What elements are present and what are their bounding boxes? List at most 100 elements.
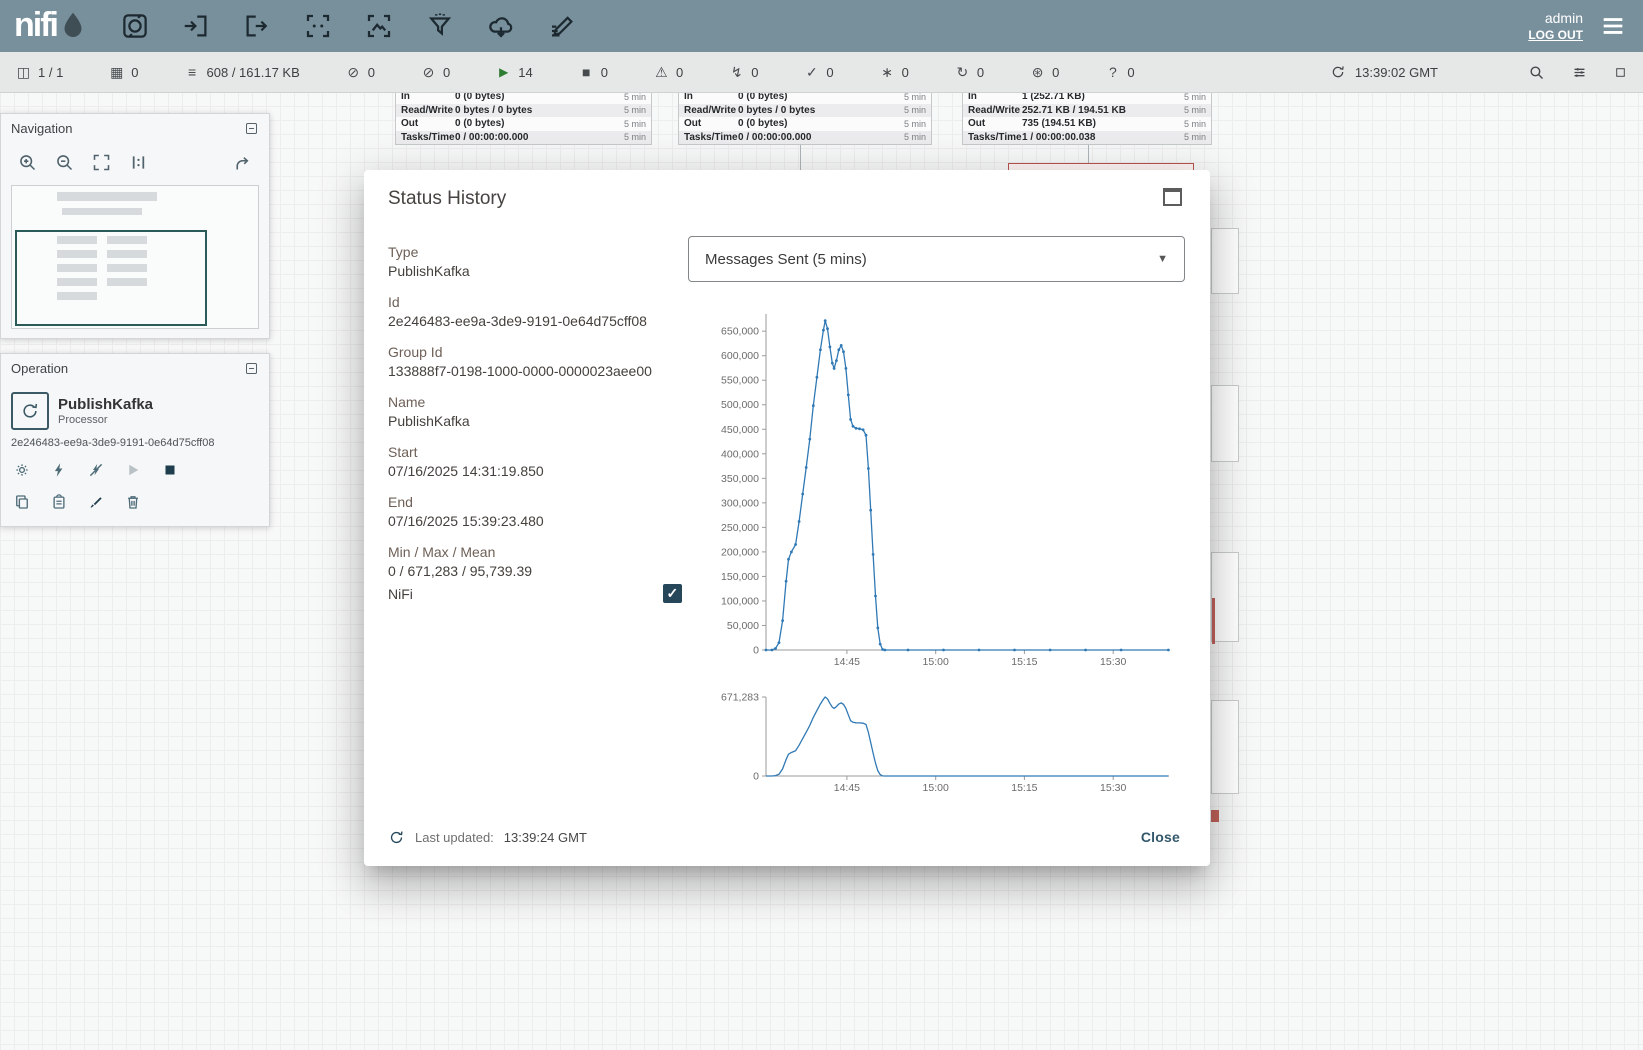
status-transmitting: ⊘0 — [346, 65, 375, 80]
logout-link[interactable]: LOG OUT — [1528, 28, 1583, 42]
status-history-details: TypePublishKafka Id2e246483-ee9a-3de9-91… — [388, 243, 682, 593]
tool-output-port[interactable] — [240, 9, 274, 43]
svg-text:500,000: 500,000 — [721, 399, 759, 411]
canvas-component-partial[interactable] — [1211, 385, 1239, 462]
svg-text:50,000: 50,000 — [727, 620, 759, 632]
zoom-fit-icon — [91, 152, 112, 173]
status-history-chart: 050,000100,000150,000200,000250,000300,0… — [688, 298, 1188, 676]
svg-text:550,000: 550,000 — [721, 375, 759, 387]
last-refreshed-time: 13:39:02 GMT — [1355, 65, 1438, 80]
zoom-actual-size-button[interactable] — [128, 152, 149, 173]
flow-settings-button[interactable] — [1571, 64, 1588, 81]
refresh-icon — [388, 829, 405, 846]
jump-to-parent-button[interactable] — [232, 152, 253, 173]
copy-button[interactable] — [13, 493, 31, 511]
not-transmitting-icon: ⊘ — [421, 65, 436, 79]
locally-modified-icon: ∗ — [880, 65, 895, 79]
collapse-operation-button[interactable] — [244, 361, 259, 376]
maximize-dialog-button[interactable] — [1163, 188, 1182, 206]
stale-icon: ↻ — [955, 65, 970, 79]
svg-text:14:45: 14:45 — [834, 656, 860, 668]
collapse-navigation-button[interactable] — [244, 121, 259, 136]
status-stopped: ■0 — [579, 65, 608, 80]
stat-row: Read/Write0 bytes / 0 bytes5 min — [679, 104, 931, 118]
brush-icon — [87, 493, 105, 511]
global-menu-button[interactable] — [1599, 12, 1627, 40]
change-color-button[interactable] — [87, 493, 105, 511]
field-group-id: Group Id133888f7-0198-1000-0000-0000023a… — [388, 343, 682, 381]
process-group-stats[interactable]: In0 (0 bytes)5 min Read/Write0 bytes / 0… — [395, 89, 652, 145]
svg-text:650,000: 650,000 — [721, 326, 759, 338]
dialog-footer: Last updated: 13:39:24 GMT Close — [388, 820, 1186, 854]
operation-panel: Operation PublishKafka Processor 2e24648… — [0, 353, 270, 527]
refresh-flow-button[interactable] — [1330, 64, 1346, 80]
minimap-viewport[interactable] — [15, 230, 207, 326]
process-group-stats[interactable]: In0 (0 bytes)5 min Read/Write0 bytes / 0… — [678, 89, 932, 145]
tool-template[interactable] — [362, 9, 396, 43]
svg-text:14:45: 14:45 — [834, 782, 860, 794]
header-right: admin LOG OUT — [1528, 10, 1643, 42]
queued-count: 608 / 161.17 KB — [207, 65, 300, 80]
status-history-dialog: Status History TypePublishKafka Id2e2464… — [364, 170, 1210, 866]
tool-label[interactable] — [545, 9, 579, 43]
tool-process-group[interactable] — [301, 9, 335, 43]
active-threads-count: 0 — [131, 65, 138, 80]
canvas-view-button[interactable] — [1614, 66, 1627, 79]
close-dialog-button[interactable]: Close — [1135, 828, 1186, 846]
refresh-icon — [1330, 64, 1346, 80]
canvas-component-partial[interactable] — [1211, 700, 1239, 794]
chevron-down-icon: ▼ — [1157, 253, 1168, 265]
enable-button[interactable] — [50, 461, 68, 479]
up-to-date-icon: ✓ — [804, 65, 819, 79]
svg-text:250,000: 250,000 — [721, 522, 759, 534]
status-disabled: ↯0 — [729, 65, 758, 80]
selected-component-id: 2e246483-ee9a-3de9-9191-0e64d75cff08 — [1, 430, 269, 449]
refresh-status-history-button[interactable] — [388, 829, 405, 846]
series-visibility-checkbox[interactable] — [663, 584, 682, 603]
svg-text:15:30: 15:30 — [1100, 782, 1126, 794]
configure-button[interactable] — [13, 461, 31, 479]
birdseye-map[interactable] — [11, 185, 259, 329]
status-running: ▶14 — [496, 65, 532, 80]
tool-funnel[interactable] — [423, 9, 457, 43]
sync-failure-icon: ? — [1105, 65, 1120, 79]
zoom-in-button[interactable] — [17, 152, 38, 173]
current-user: admin — [1545, 10, 1583, 26]
start-button[interactable] — [124, 461, 142, 479]
svg-text:15:15: 15:15 — [1011, 656, 1037, 668]
svg-text:100,000: 100,000 — [721, 595, 759, 607]
svg-text:15:30: 15:30 — [1100, 656, 1126, 668]
tool-processor[interactable] — [118, 9, 152, 43]
stat-row: Tasks/Time0 / 00:00:00.0005 min — [396, 131, 651, 145]
selected-component-names: PublishKafka Processor — [58, 392, 153, 430]
series-legend-row: NiFi — [388, 584, 682, 603]
search-button[interactable] — [1528, 64, 1545, 81]
svg-text:15:00: 15:00 — [923, 656, 949, 668]
svg-text:600,000: 600,000 — [721, 350, 759, 362]
zoom-fit-button[interactable] — [91, 152, 112, 173]
zoom-out-button[interactable] — [54, 152, 75, 173]
nifi-logo-text: nifi — [14, 10, 57, 40]
svg-text:300,000: 300,000 — [721, 497, 759, 509]
stale-count: 0 — [977, 65, 984, 80]
active-threads-icon: ▦ — [109, 65, 124, 79]
hamburger-icon — [1599, 12, 1627, 40]
minimap-component — [57, 192, 157, 201]
tool-remote-process-group[interactable] — [484, 9, 518, 43]
disable-button[interactable] — [87, 461, 105, 479]
one-to-one-icon — [128, 152, 149, 173]
status-history-brush-chart[interactable]: 671,283014:4515:0015:1515:30 — [688, 690, 1188, 802]
user-block: admin LOG OUT — [1528, 10, 1583, 42]
stop-button[interactable] — [161, 461, 179, 479]
canvas-component-partial[interactable] — [1211, 228, 1239, 294]
tool-input-port[interactable] — [179, 9, 213, 43]
paste-button[interactable] — [50, 493, 68, 511]
canvas-component-partial[interactable] — [1211, 552, 1239, 642]
copy-icon — [13, 493, 31, 511]
stat-row: Tasks/Time1 / 00:00:00.0385 min — [963, 131, 1211, 145]
delete-button[interactable] — [124, 493, 142, 511]
metric-select[interactable]: Messages Sent (5 mins) ▼ — [688, 236, 1185, 282]
process-group-stats[interactable]: In1 (252.71 KB)5 min Read/Write252.71 KB… — [962, 89, 1212, 145]
nifi-app: nifi admin LOG OUT ◫1 / 1 ▦0 ≡608 / 161.… — [0, 0, 1643, 1050]
operation-panel-header: Operation — [1, 354, 269, 382]
